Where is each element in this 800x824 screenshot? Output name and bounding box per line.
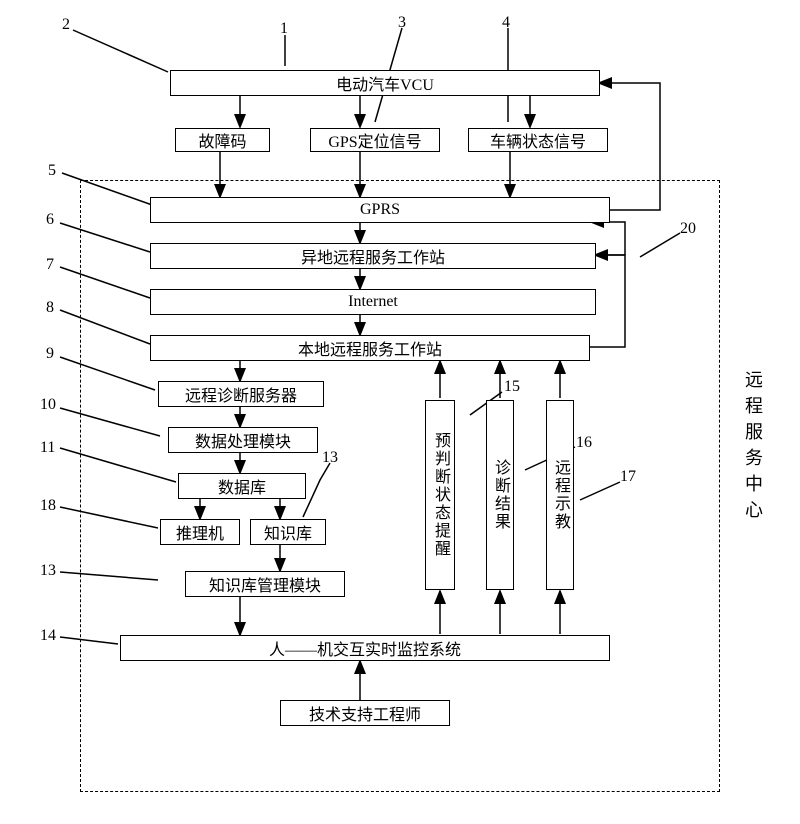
node-label: 车辆状态信号 xyxy=(490,128,586,152)
node-label: 数据库 xyxy=(218,474,266,498)
node-database: 数据库 xyxy=(178,473,306,499)
node-label: 数据处理模块 xyxy=(195,428,291,452)
node-kb-mgmt: 知识库管理模块 xyxy=(185,571,345,597)
node-remote-ws: 异地远程服务工作站 xyxy=(150,243,596,269)
callout-10: 10 xyxy=(40,396,56,414)
node-local-ws: 本地远程服务工作站 xyxy=(150,335,590,361)
node-label: 诊断结果 xyxy=(488,459,512,531)
node-gprs: GPRS xyxy=(150,197,610,223)
callout-14: 14 xyxy=(40,627,56,645)
node-label: 远程诊断服务器 xyxy=(185,382,297,406)
diagram-root: 电动汽车VCU 故障码 GPS定位信号 车辆状态信号 GPRS 异地远程服务工作… xyxy=(20,20,780,804)
node-label: 推理机 xyxy=(176,520,224,544)
callout-6: 6 xyxy=(46,211,54,229)
node-label: GPRS xyxy=(360,201,400,219)
node-diag-server: 远程诊断服务器 xyxy=(158,381,324,407)
callout-13a: 13 xyxy=(322,449,338,467)
side-label: 远程服务中心 xyxy=(740,370,766,526)
callout-17: 17 xyxy=(620,468,636,486)
node-label: 本地远程服务工作站 xyxy=(298,336,442,360)
node-engineer: 技术支持工程师 xyxy=(280,700,450,726)
node-label: 技术支持工程师 xyxy=(309,701,421,725)
node-label: 远程示教 xyxy=(548,459,572,531)
node-vehicle-status: 车辆状态信号 xyxy=(468,128,608,152)
node-label: 故障码 xyxy=(198,128,246,152)
node-internet: Internet xyxy=(150,289,596,315)
callout-2: 2 xyxy=(62,16,70,34)
node-vcu: 电动汽车VCU xyxy=(170,70,600,96)
callout-3: 3 xyxy=(398,14,406,32)
callout-15: 15 xyxy=(504,378,520,396)
callout-20: 20 xyxy=(680,220,696,238)
callout-16: 16 xyxy=(576,434,592,452)
node-label: 预判断状态提醒 xyxy=(428,432,452,558)
node-label: 知识库 xyxy=(264,520,312,544)
node-label: 电动汽车VCU xyxy=(336,71,434,95)
callout-5: 5 xyxy=(48,162,56,180)
node-label: 知识库管理模块 xyxy=(209,572,321,596)
callout-4: 4 xyxy=(502,14,510,32)
callout-7: 7 xyxy=(46,256,54,274)
callout-11: 11 xyxy=(40,439,55,457)
node-gps-signal: GPS定位信号 xyxy=(310,128,440,152)
node-kb: 知识库 xyxy=(250,519,326,545)
node-label: GPS定位信号 xyxy=(328,128,421,152)
callout-18: 18 xyxy=(40,497,56,515)
callout-9: 9 xyxy=(46,345,54,363)
node-diag-result: 诊断结果 xyxy=(486,400,514,590)
callout-13b: 13 xyxy=(40,562,56,580)
node-label: 异地远程服务工作站 xyxy=(301,244,445,268)
node-remote-teach: 远程示教 xyxy=(546,400,574,590)
node-inference: 推理机 xyxy=(160,519,240,545)
node-label: Internet xyxy=(348,293,398,311)
node-prejudge: 预判断状态提醒 xyxy=(425,400,455,590)
node-data-proc: 数据处理模块 xyxy=(168,427,318,453)
node-hmi: 人——机交互实时监控系统 xyxy=(120,635,610,661)
callout-1: 1 xyxy=(280,20,288,38)
callout-8: 8 xyxy=(46,299,54,317)
node-label: 人——机交互实时监控系统 xyxy=(269,636,461,660)
node-fault-code: 故障码 xyxy=(175,128,270,152)
